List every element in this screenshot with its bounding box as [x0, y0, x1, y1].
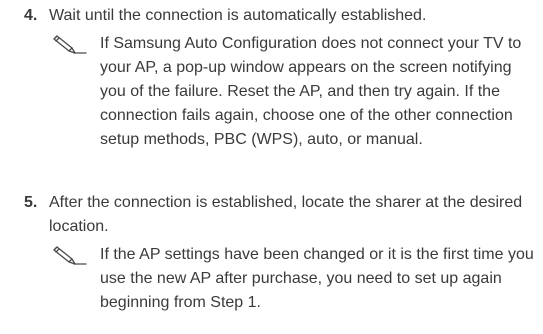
step-note: If Samsung Auto Configuration does not c…: [49, 32, 537, 152]
note-pencil-icon: [53, 35, 87, 54]
step-5: 5. After the connection is established, …: [0, 191, 543, 315]
step-4: 4. Wait until the connection is automati…: [0, 4, 543, 152]
note-text: If the AP settings have been changed or …: [100, 246, 534, 311]
step-text: Wait until the connection is automatical…: [49, 7, 427, 24]
step-number: 5.: [24, 194, 38, 211]
step-text: After the connection is established, loc…: [49, 194, 523, 235]
note-pencil-icon: [53, 246, 87, 265]
step-note: If the AP settings have been changed or …: [49, 243, 537, 315]
note-text: If Samsung Auto Configuration does not c…: [100, 35, 522, 148]
step-number: 4.: [24, 7, 38, 24]
